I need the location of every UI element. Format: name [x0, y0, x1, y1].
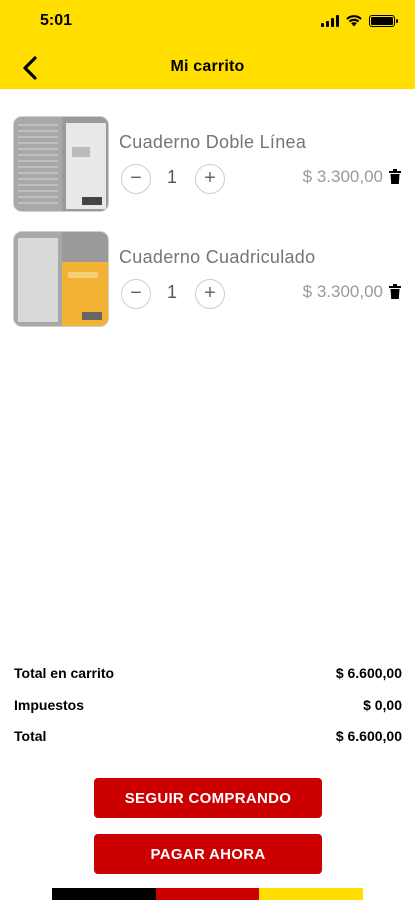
wifi-icon: [346, 15, 362, 27]
decrease-quantity-button[interactable]: −: [121, 164, 151, 194]
flag-black-stripe: [52, 888, 156, 900]
notebook-cover-image: [62, 232, 108, 326]
notebook-cover-image: [66, 123, 106, 209]
flag-yellow-stripe: [259, 888, 364, 900]
product-name: Cuaderno Doble Línea: [119, 132, 307, 152]
tax-row: Impuestos $ 0,00: [14, 697, 402, 713]
flag-stripe: [52, 888, 364, 900]
battery-icon: [369, 14, 398, 27]
grand-total-row: Total $ 6.600,00: [14, 728, 402, 744]
trash-icon[interactable]: [389, 169, 401, 184]
tax-value: $ 0,00: [363, 697, 402, 713]
flag-red-stripe: [155, 888, 260, 900]
decrease-quantity-button[interactable]: −: [121, 279, 151, 309]
grand-total-value: $ 6.600,00: [335, 728, 402, 744]
signal-icon: [321, 14, 339, 27]
grand-total-label: Total: [14, 728, 47, 744]
product-image[interactable]: [13, 231, 109, 327]
trash-icon[interactable]: [389, 284, 401, 299]
cart-total-label: Total en carrito: [14, 665, 115, 681]
product-price: $ 3.300,00: [302, 167, 383, 186]
product-price: $ 3.300,00: [302, 282, 383, 301]
cart-total-row: Total en carrito $ 6.600,00: [14, 665, 402, 681]
product-image[interactable]: [13, 116, 109, 212]
page-title: Mi carrito: [170, 58, 245, 75]
notebook-pages-image: [14, 232, 62, 326]
continue-shopping-button[interactable]: SEGUIR COMPRANDO: [94, 778, 322, 818]
quantity-value: 1: [166, 167, 177, 187]
cart-total-value: $ 6.600,00: [335, 665, 402, 681]
increase-quantity-button[interactable]: +: [195, 279, 225, 309]
notebook-pages-image: [14, 117, 62, 211]
status-icons: [321, 14, 398, 27]
cart-item: Cuaderno Doble Línea − 1 + $ 3.300,00: [0, 116, 415, 216]
header-bar: 5:01 Mi carrito: [0, 0, 415, 89]
product-name: Cuaderno Cuadriculado: [119, 247, 316, 267]
pay-now-button[interactable]: PAGAR AHORA: [94, 834, 322, 874]
increase-quantity-button[interactable]: +: [195, 164, 225, 194]
status-time: 5:01: [40, 12, 73, 29]
tax-label: Impuestos: [14, 697, 85, 713]
cart-item: Cuaderno Cuadriculado − 1 + $ 3.300,00: [0, 231, 415, 331]
quantity-value: 1: [166, 282, 177, 302]
